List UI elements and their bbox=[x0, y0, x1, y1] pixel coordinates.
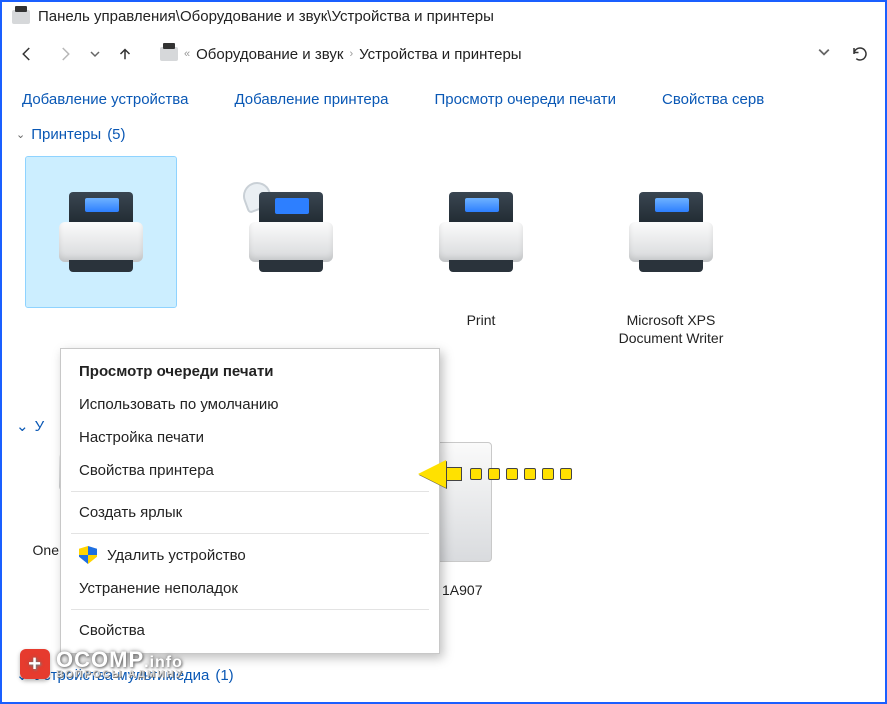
breadcrumb-part[interactable]: Оборудование и звук bbox=[196, 46, 343, 63]
arrow-head-icon bbox=[418, 460, 446, 488]
menu-view-queue[interactable]: Просмотр очереди печати bbox=[61, 355, 439, 388]
refresh-button[interactable] bbox=[843, 39, 877, 69]
chevron-down-icon: ⌄ bbox=[16, 128, 25, 141]
menu-separator bbox=[71, 533, 429, 534]
printer-icon bbox=[51, 192, 151, 272]
nav-row: « Оборудование и звук › Устройства и при… bbox=[2, 31, 885, 77]
watermark-badge-icon: + bbox=[20, 649, 50, 679]
view-queue-cmd[interactable]: Просмотр очереди печати bbox=[434, 91, 616, 108]
printer-icon bbox=[431, 192, 531, 272]
printers-icon bbox=[12, 10, 30, 24]
menu-troubleshoot[interactable]: Устранение неполадок bbox=[61, 572, 439, 605]
menu-create-shortcut[interactable]: Создать ярлык bbox=[61, 496, 439, 529]
menu-set-default[interactable]: Использовать по умолчанию bbox=[61, 388, 439, 421]
context-menu: Просмотр очереди печати Использовать по … bbox=[60, 348, 440, 654]
forward-button[interactable] bbox=[48, 39, 82, 69]
chevron-right-icon: › bbox=[349, 48, 353, 60]
add-printer-cmd[interactable]: Добавление принтера bbox=[234, 91, 388, 108]
fax-item[interactable] bbox=[216, 157, 366, 347]
menu-properties[interactable]: Свойства bbox=[61, 614, 439, 647]
fax-icon bbox=[241, 192, 341, 272]
menu-separator bbox=[71, 491, 429, 492]
breadcrumb-part[interactable]: Устройства и принтеры bbox=[359, 46, 521, 63]
printer-label: Microsoft XPS Document Writer bbox=[596, 311, 746, 347]
titlebar: Панель управления\Оборудование и звук\Ус… bbox=[2, 2, 885, 31]
section-label-partial: У bbox=[35, 418, 45, 435]
watermark: + OCOMP.info ВОПРОСЫ АДМИНУ bbox=[20, 647, 184, 680]
chevron-left-icon: « bbox=[184, 48, 190, 60]
menu-label: Удалить устройство bbox=[107, 547, 246, 564]
window-title: Панель управления\Оборудование и звук\Ус… bbox=[38, 8, 494, 25]
back-button[interactable] bbox=[10, 39, 44, 69]
control-panel-window: Панель управления\Оборудование и звук\Ус… bbox=[0, 0, 887, 704]
arrow-dots bbox=[470, 468, 572, 480]
devices-section-header[interactable]: ⌄ У bbox=[16, 417, 44, 435]
printers-section-header[interactable]: ⌄ Принтеры (5) bbox=[2, 118, 885, 151]
recent-dropdown[interactable] bbox=[86, 39, 104, 69]
breadcrumb-dropdown[interactable] bbox=[809, 45, 839, 63]
add-device-cmd[interactable]: Добавление устройства bbox=[22, 91, 188, 108]
up-button[interactable] bbox=[108, 39, 142, 69]
section-count: (5) bbox=[107, 126, 125, 143]
watermark-sub: ВОПРОСЫ АДМИНУ bbox=[56, 669, 184, 680]
printer-item[interactable]: Print bbox=[406, 157, 556, 347]
menu-separator bbox=[71, 609, 429, 610]
printer-item[interactable]: Microsoft XPS Document Writer bbox=[596, 157, 746, 347]
shield-icon bbox=[79, 546, 97, 564]
printers-icon bbox=[160, 47, 178, 61]
chevron-down-icon: ⌄ bbox=[16, 417, 29, 435]
server-props-cmd[interactable]: Свойства серв bbox=[662, 91, 764, 108]
menu-remove-device[interactable]: Удалить устройство bbox=[61, 538, 439, 572]
arrow-body bbox=[444, 467, 462, 481]
menu-printer-props[interactable]: Свойства принтера bbox=[61, 454, 439, 487]
command-bar: Добавление устройства Добавление принтер… bbox=[2, 77, 885, 118]
device-label: 1A907 bbox=[442, 582, 482, 598]
breadcrumb[interactable]: « Оборудование и звук › Устройства и при… bbox=[152, 37, 799, 71]
section-count: (1) bbox=[215, 667, 233, 684]
section-label: Принтеры bbox=[31, 126, 101, 143]
printer-label: Print bbox=[467, 311, 496, 329]
printer-item[interactable] bbox=[26, 157, 176, 347]
menu-print-setup[interactable]: Настройка печати bbox=[61, 421, 439, 454]
printer-icon bbox=[621, 192, 721, 272]
annotation-arrow bbox=[418, 460, 572, 488]
